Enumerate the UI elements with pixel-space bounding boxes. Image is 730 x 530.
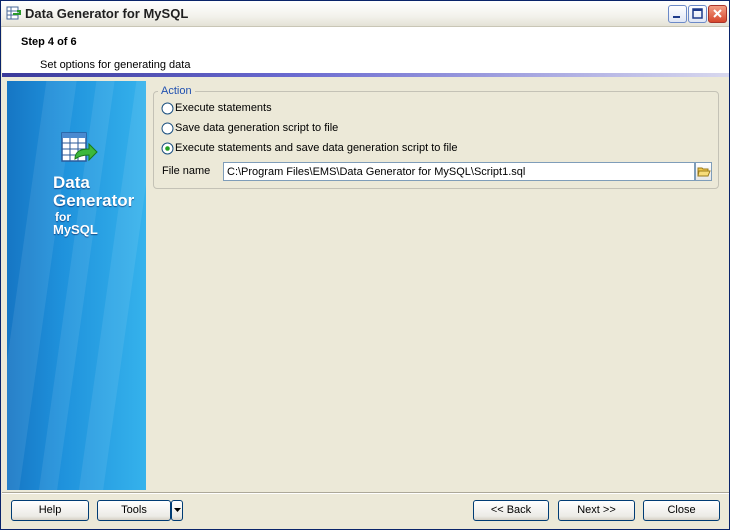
radio-checked-icon[interactable]	[161, 142, 174, 155]
maximize-icon	[692, 8, 703, 19]
minimize-button[interactable]	[668, 5, 687, 23]
wizard-header: Step 4 of 6 Set options for generating d…	[2, 27, 729, 73]
side-banner: Data Generator for MySQL	[7, 81, 146, 490]
maximize-button[interactable]	[688, 5, 707, 23]
radio-label: Execute statements	[175, 102, 272, 114]
app-icon	[6, 6, 21, 20]
close-icon	[713, 9, 722, 18]
header-divider	[2, 73, 729, 77]
banner-text-generator: Generator	[53, 191, 135, 210]
banner-text-data: Data	[53, 173, 90, 192]
banner-text-mysql: MySQL	[53, 222, 98, 237]
chevron-down-icon	[174, 508, 181, 512]
main-window: Data Generator for MySQL Step 4 of 6 Set…	[0, 0, 730, 530]
minimize-icon	[673, 16, 680, 18]
next-button[interactable]: Next >>	[558, 500, 635, 521]
file-name-input[interactable]	[223, 162, 695, 181]
footer-divider	[2, 492, 729, 494]
back-button[interactable]: << Back	[473, 500, 549, 521]
tools-button[interactable]: Tools	[97, 500, 171, 521]
title-bar[interactable]: Data Generator for MySQL	[1, 1, 729, 27]
action-group-legend: Action	[158, 85, 195, 97]
file-name-label: File name	[162, 165, 211, 177]
close-window-button[interactable]	[708, 5, 727, 23]
browse-file-button[interactable]	[695, 162, 712, 181]
radio-unchecked-icon[interactable]	[161, 102, 174, 115]
window-title: Data Generator for MySQL	[25, 6, 189, 21]
radio-label: Save data generation script to file	[175, 122, 339, 134]
close-button[interactable]: Close	[643, 500, 720, 521]
help-button[interactable]: Help	[11, 500, 89, 521]
step-description: Set options for generating data	[40, 59, 191, 71]
step-title: Step 4 of 6	[21, 36, 77, 48]
radio-unchecked-icon[interactable]	[161, 122, 174, 135]
radio-label: Execute statements and save data generat…	[175, 142, 458, 154]
open-folder-icon	[697, 167, 711, 177]
data-generator-logo-icon	[61, 132, 98, 162]
tools-dropdown-button[interactable]	[171, 500, 183, 521]
